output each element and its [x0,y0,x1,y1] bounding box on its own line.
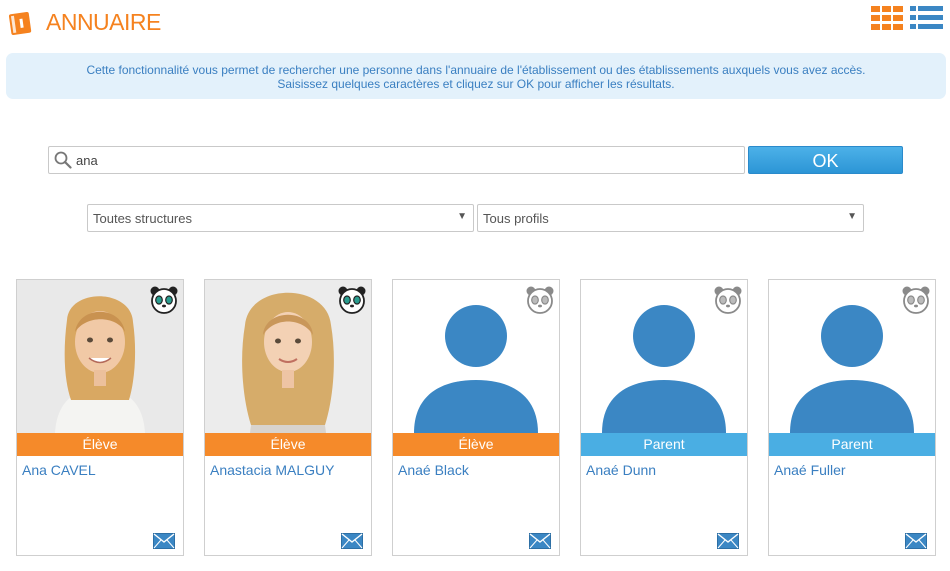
person-card[interactable]: Élève Ana CAVEL [16,279,184,556]
profile-badge: Élève [205,433,371,456]
search-input[interactable] [76,148,736,172]
profile-badge: Élève [17,433,183,456]
panda-icon [714,286,742,314]
annuaire-logo-icon [8,11,32,36]
mail-icon[interactable] [529,533,551,549]
panda-icon [150,286,178,314]
panda-icon [902,286,930,314]
grid-view-icon[interactable] [871,6,903,30]
mail-icon[interactable] [341,533,363,549]
structure-select[interactable]: Toutes structures ▼ [87,204,474,232]
person-name-link[interactable]: Ana CAVEL [22,462,96,478]
profile-badge: Parent [581,433,747,456]
info-banner: Cette fonctionnalité vous permet de rech… [6,53,946,99]
chevron-down-icon: ▼ [847,211,857,222]
mail-icon[interactable] [153,533,175,549]
panda-icon [526,286,554,314]
profile-select-value: Tous profils [483,211,549,226]
search-icon [54,151,72,169]
person-name-link[interactable]: Anastacia MALGUY [210,462,335,478]
search-box[interactable] [48,146,745,174]
profile-badge: Parent [769,433,935,456]
info-text-line-1: Cette fonctionnalité vous permet de rech… [86,63,866,77]
info-text-line-2: Saisissez quelques caractères et cliquez… [277,77,675,91]
person-name-link[interactable]: Anaé Fuller [774,462,846,478]
person-card[interactable]: Parent Anaé Dunn [580,279,748,556]
person-card[interactable]: Élève Anastacia MALGUY [204,279,372,556]
person-name-link[interactable]: Anaé Dunn [586,462,656,478]
person-card[interactable]: Parent Anaé Fuller [768,279,936,556]
profile-select[interactable]: Tous profils ▼ [477,204,864,232]
person-name-link[interactable]: Anaé Black [398,462,469,478]
chevron-down-icon: ▼ [457,211,467,222]
header: ANNUAIRE [0,0,950,48]
mail-icon[interactable] [905,533,927,549]
ok-button[interactable]: OK [748,146,903,174]
panda-icon [338,286,366,314]
structure-select-value: Toutes structures [93,211,192,226]
mail-icon[interactable] [717,533,739,549]
profile-badge: Élève [393,433,559,456]
list-view-icon[interactable] [910,6,943,30]
person-card[interactable]: Élève Anaé Black [392,279,560,556]
page-title: ANNUAIRE [46,9,161,35]
